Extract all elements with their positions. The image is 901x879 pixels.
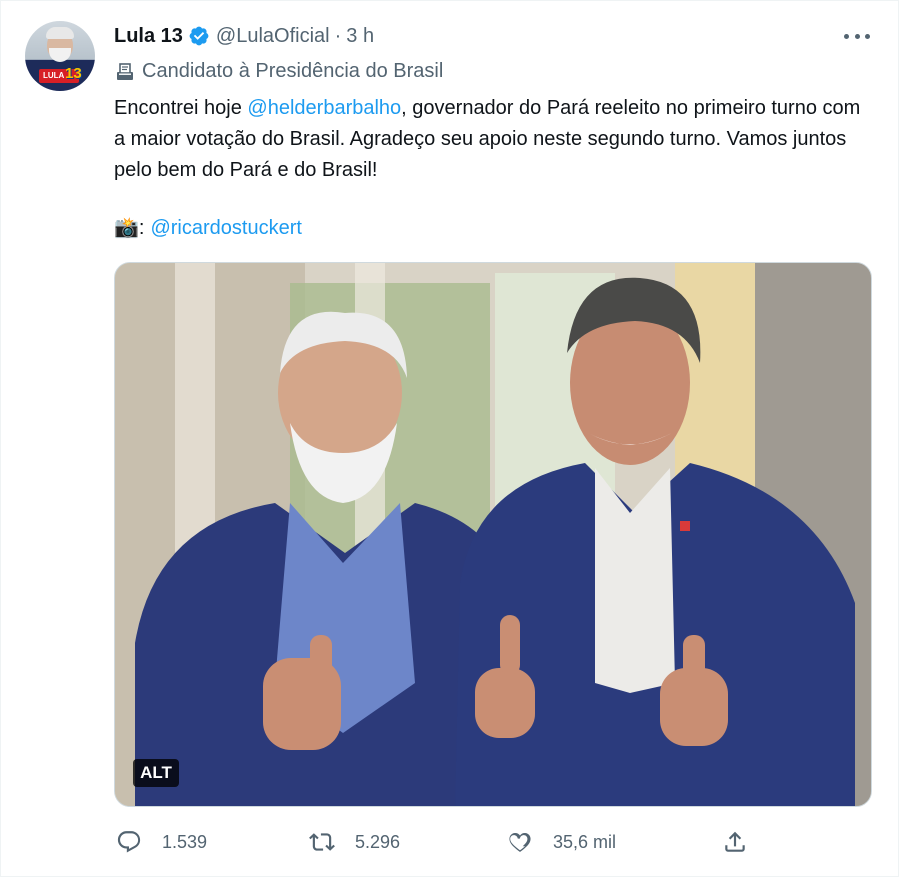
author-avatar[interactable]: LULA 13 [25, 21, 95, 91]
more-dot [865, 33, 870, 39]
alt-text-badge[interactable]: ALT [133, 759, 179, 787]
more-dots-icon[interactable] [844, 27, 870, 45]
share-icon [725, 831, 745, 852]
more-dot [854, 33, 860, 39]
tweet-header: Lula 13 @LulaOficial · 3 h [114, 23, 374, 49]
photo-illustration [115, 263, 871, 806]
heart-icon [509, 833, 531, 852]
more-dot [844, 33, 849, 39]
tweet-photo[interactable] [114, 262, 872, 807]
account-label: Candidato à Presidência do Brasil [114, 60, 443, 83]
like-count: 35,6 mil [553, 831, 617, 852]
tweet-card[interactable]: LULA 13 Lula 13 @LulaOficial · 3 h Candi… [0, 0, 899, 877]
reply-count: 1.539 [162, 831, 208, 852]
author-handle[interactable]: @LulaOficial [216, 25, 330, 48]
tweet-timestamp[interactable]: 3 h [346, 25, 374, 48]
header-separator: · [334, 24, 342, 47]
mention-link[interactable]: @helderbarbalho [247, 97, 401, 119]
avatar-hair [46, 27, 74, 39]
photo-credit: 📸 : @ricardostuckert [114, 213, 302, 244]
author-name[interactable]: Lula 13 [114, 25, 183, 48]
avatar-badge-number: 13 [65, 65, 82, 82]
verified-badge-icon [189, 26, 209, 46]
credit-mention-link[interactable]: @ricardostuckert [150, 213, 301, 244]
like-button[interactable]: 35,6 mil [507, 824, 616, 860]
tweet-body: Encontrei hoje @helderbarbalho, governad… [114, 93, 874, 186]
retweet-button[interactable]: 5.296 [309, 824, 400, 860]
reply-button[interactable]: 1.539 [116, 824, 207, 860]
avatar-beard [49, 48, 71, 62]
tweet-text-start: Encontrei hoje [114, 97, 248, 119]
retweet-count: 5.296 [355, 831, 401, 852]
ballot-box-icon [117, 62, 133, 80]
tweet-actions: 1.539 5.296 35,6 mil [114, 824, 764, 860]
account-label-text: Candidato à Presidência do Brasil [142, 60, 444, 82]
credit-colon: : [138, 217, 145, 239]
share-button[interactable] [722, 824, 748, 860]
retweet-icon [309, 833, 335, 851]
reply-icon [117, 831, 141, 853]
camera-flash-icon: 📸 [114, 217, 139, 239]
tweet-text: Encontrei hoje @helderbarbalho, governad… [114, 93, 874, 186]
